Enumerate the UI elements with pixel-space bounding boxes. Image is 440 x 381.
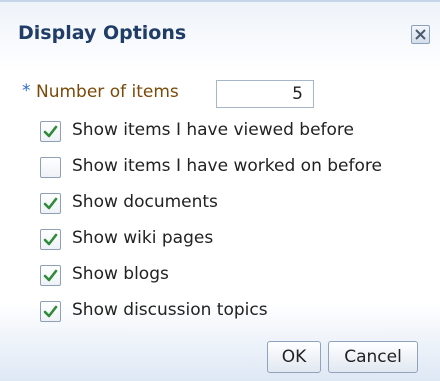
close-button[interactable] — [411, 25, 430, 44]
option-label: Show items I have worked on before — [72, 156, 382, 176]
checkbox-discussion-topics[interactable] — [40, 301, 61, 322]
display-options-dialog: Display Options * Number of items Show i… — [0, 0, 440, 381]
checkmark-icon — [43, 269, 58, 282]
number-of-items-input[interactable] — [216, 80, 314, 108]
dialog-title: Display Options — [18, 22, 187, 44]
checkbox-documents[interactable] — [40, 193, 61, 214]
number-of-items-label: Number of items — [36, 82, 179, 102]
cancel-button[interactable]: Cancel — [328, 341, 418, 373]
checkmark-icon — [43, 125, 58, 138]
checkbox-blogs[interactable] — [40, 265, 61, 286]
option-label: Show discussion topics — [72, 300, 268, 320]
required-marker: * — [22, 81, 31, 101]
ok-button[interactable]: OK — [267, 341, 321, 373]
checkbox-viewed-before[interactable] — [40, 121, 61, 142]
close-icon — [415, 29, 426, 40]
option-label: Show items I have viewed before — [72, 120, 354, 140]
checkmark-icon — [43, 305, 58, 318]
checkbox-worked-on-before[interactable] — [40, 157, 61, 178]
option-label: Show wiki pages — [72, 228, 214, 248]
checkmark-icon — [43, 197, 58, 210]
checkmark-icon — [43, 233, 58, 246]
option-label: Show documents — [72, 192, 218, 212]
option-label: Show blogs — [72, 264, 169, 284]
checkbox-wiki-pages[interactable] — [40, 229, 61, 250]
